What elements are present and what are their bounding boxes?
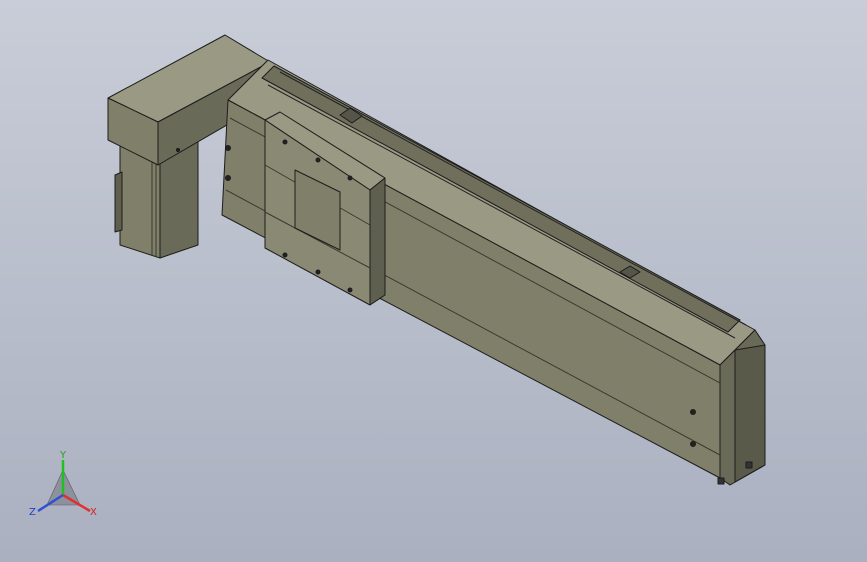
z-axis-label: Z bbox=[29, 507, 36, 518]
cad-3d-viewport[interactable]: Y X Z bbox=[0, 0, 867, 562]
y-axis-label: Y bbox=[59, 450, 67, 461]
x-axis-label: X bbox=[90, 507, 97, 518]
